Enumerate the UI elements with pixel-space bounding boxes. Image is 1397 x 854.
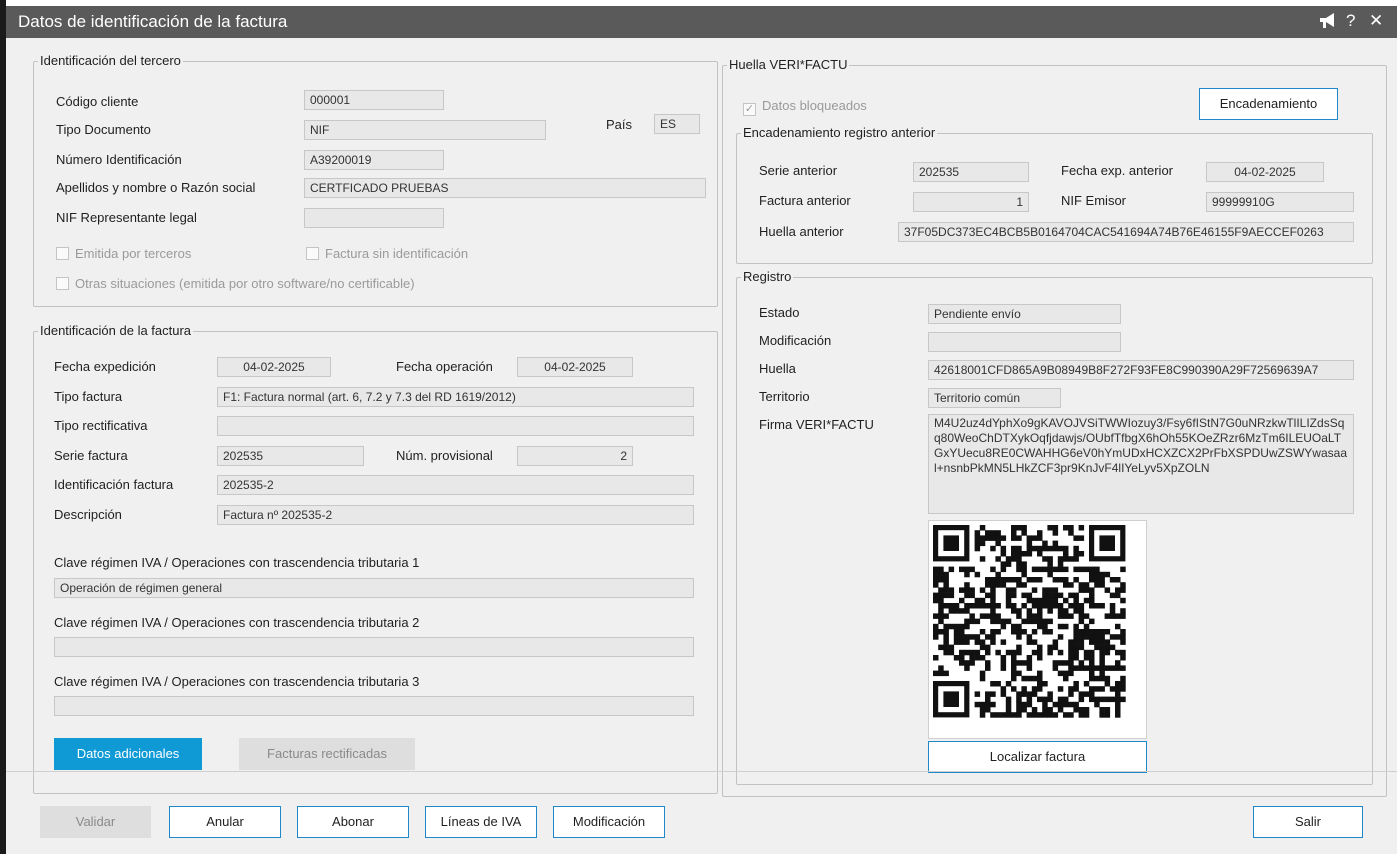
clave2-label: Clave régimen IVA / Operaciones con tras… xyxy=(54,615,420,630)
encadenamiento-anterior-title: Encadenamiento registro anterior xyxy=(741,125,938,141)
codigo-cliente-label: Código cliente xyxy=(56,94,139,109)
registro-title: Registro xyxy=(741,269,794,285)
localizar-factura-button[interactable]: Localizar factura xyxy=(928,741,1147,773)
serie-factura-label: Serie factura xyxy=(54,448,128,463)
fecha-operacion-label: Fecha operación xyxy=(396,359,493,374)
huella-label: Huella xyxy=(759,361,796,376)
tipo-documento-label: Tipo Documento xyxy=(56,122,151,137)
clave1-label: Clave régimen IVA / Operaciones con tras… xyxy=(54,555,420,570)
num-provisional-label: Núm. provisional xyxy=(396,448,493,463)
checkbox-box xyxy=(56,277,69,290)
huella-anterior-field[interactable]: 37F05DC373EC4BCB5B0164704CAC541694A74B76… xyxy=(898,222,1354,242)
huella-group-title: Huella VERI*FACTU xyxy=(727,57,850,73)
razon-social-field[interactable]: CERTFICADO PRUEBAS xyxy=(304,178,706,198)
encadenamiento-button[interactable]: Encadenamiento xyxy=(1199,88,1338,120)
firma-label: Firma VERI*FACTU xyxy=(759,417,874,432)
territorio-label: Territorio xyxy=(759,389,810,404)
descripcion-label: Descripción xyxy=(54,507,122,522)
pais-label: País xyxy=(606,117,633,132)
qr-code xyxy=(928,520,1147,739)
estado-label: Estado xyxy=(759,305,800,320)
fecha-expedicion-label: Fecha expedición xyxy=(54,359,156,374)
razon-social-label: Apellidos y nombre o Razón social xyxy=(56,180,256,195)
clave2-field[interactable] xyxy=(54,637,694,657)
emitida-terceros-checkbox[interactable]: Emitida por terceros xyxy=(56,247,191,261)
nif-representante-field[interactable] xyxy=(304,208,444,228)
registro-group: Registro Estado Pendiente envío Modifica… xyxy=(736,269,1373,785)
nif-representante-label: NIF Representante legal xyxy=(56,210,197,225)
clave3-field[interactable] xyxy=(54,696,694,716)
datos-adicionales-button[interactable]: Datos adicionales xyxy=(54,738,202,770)
factura-anterior-field[interactable]: 1 xyxy=(913,192,1029,212)
checkbox-box xyxy=(306,247,319,260)
pais-field[interactable]: ES xyxy=(654,114,700,134)
datos-bloqueados-checkbox[interactable]: ✓ Datos bloqueados xyxy=(743,99,867,116)
huella-field[interactable]: 42618001CFD865A9B08949B8F272F93FE8C99039… xyxy=(928,360,1354,380)
factura-group: Identificación de la factura Fecha exped… xyxy=(33,323,718,794)
dialog-window: Datos de identificación de la factura ? … xyxy=(6,6,1397,854)
fecha-operacion-field[interactable]: 04-02-2025 xyxy=(517,357,633,377)
modificacion-field[interactable] xyxy=(928,332,1121,352)
identificacion-factura-field[interactable]: 202535-2 xyxy=(217,475,694,495)
encadenamiento-anterior-group: Encadenamiento registro anterior Serie a… xyxy=(736,125,1373,264)
firma-field[interactable]: M4U2uz4dYphXo9gKAVOJVSiTWWIozuy3/Fsy6fIS… xyxy=(928,414,1354,514)
serie-anterior-field[interactable]: 202535 xyxy=(913,162,1029,182)
fecha-anterior-label: Fecha exp. anterior xyxy=(1061,163,1174,178)
estado-field[interactable]: Pendiente envío xyxy=(928,304,1121,324)
tercero-group: Identificación del tercero Código client… xyxy=(33,53,718,307)
salir-button[interactable]: Salir xyxy=(1253,806,1363,838)
serie-anterior-label: Serie anterior xyxy=(759,163,838,178)
factura-group-title: Identificación de la factura xyxy=(38,323,194,339)
clave3-label: Clave régimen IVA / Operaciones con tras… xyxy=(54,674,420,689)
tipo-rectificativa-field[interactable] xyxy=(217,416,694,436)
tipo-factura-field[interactable]: F1: Factura normal (art. 6, 7.2 y 7.3 de… xyxy=(217,387,694,407)
window-title: Datos de identificación de la factura xyxy=(18,12,288,31)
nif-emisor-label: NIF Emisor xyxy=(1061,193,1126,208)
modificacion-label: Modificación xyxy=(759,333,832,348)
numero-identificacion-field[interactable]: A39200019 xyxy=(304,150,444,170)
anular-button[interactable]: Anular xyxy=(169,806,281,838)
factura-anterior-label: Factura anterior xyxy=(759,193,851,208)
descripcion-field[interactable]: Factura nº 202535-2 xyxy=(217,505,694,525)
fecha-anterior-field[interactable]: 04-02-2025 xyxy=(1206,162,1324,182)
otras-situaciones-checkbox[interactable]: Otras situaciones (emitida por otro soft… xyxy=(56,277,415,291)
modificacion-button[interactable]: Modificación xyxy=(553,806,665,838)
lineas-iva-button[interactable]: Líneas de IVA xyxy=(425,806,537,838)
checkbox-box xyxy=(56,247,69,260)
tipo-rectificativa-label: Tipo rectificativa xyxy=(54,418,148,433)
help-icon[interactable]: ? xyxy=(1346,11,1355,31)
datos-bloqueados-label: Datos bloqueados xyxy=(762,98,867,113)
abonar-button[interactable]: Abonar xyxy=(297,806,409,838)
identificacion-factura-label: Identificación factura xyxy=(54,477,174,492)
facturas-rectificadas-button[interactable]: Facturas rectificadas xyxy=(239,738,415,770)
sin-identificacion-label: Factura sin identificación xyxy=(325,246,469,261)
serie-factura-field[interactable]: 202535 xyxy=(217,446,364,466)
numero-identificacion-label: Número Identificación xyxy=(56,152,182,167)
clave1-field[interactable]: Operación de régimen general xyxy=(54,578,694,598)
tipo-factura-label: Tipo factura xyxy=(54,389,123,404)
validar-button[interactable]: Validar xyxy=(40,806,151,838)
sin-identificacion-checkbox[interactable]: Factura sin identificación xyxy=(306,247,468,261)
title-bar: Datos de identificación de la factura ? … xyxy=(6,6,1397,38)
check-icon: ✓ xyxy=(743,103,756,116)
huella-anterior-label: Huella anterior xyxy=(759,224,844,239)
tercero-group-title: Identificación del tercero xyxy=(38,53,183,69)
otras-situaciones-label: Otras situaciones (emitida por otro soft… xyxy=(75,276,415,291)
fecha-expedicion-field[interactable]: 04-02-2025 xyxy=(217,357,331,377)
megaphone-icon[interactable] xyxy=(1318,12,1338,35)
dialog-body: Identificación del tercero Código client… xyxy=(6,38,1397,854)
nif-emisor-field[interactable]: 99999910G xyxy=(1206,192,1354,212)
close-icon[interactable]: ✕ xyxy=(1369,11,1383,31)
codigo-cliente-field[interactable]: 000001 xyxy=(304,90,444,110)
num-provisional-field[interactable]: 2 xyxy=(517,446,633,466)
tipo-documento-field[interactable]: NIF xyxy=(304,120,546,140)
footer-separator xyxy=(6,771,1397,772)
huella-group: Huella VERI*FACTU ✓ Datos bloqueados Enca… xyxy=(722,57,1387,797)
territorio-field[interactable]: Territorio común xyxy=(928,388,1061,408)
emitida-terceros-label: Emitida por terceros xyxy=(75,246,192,261)
